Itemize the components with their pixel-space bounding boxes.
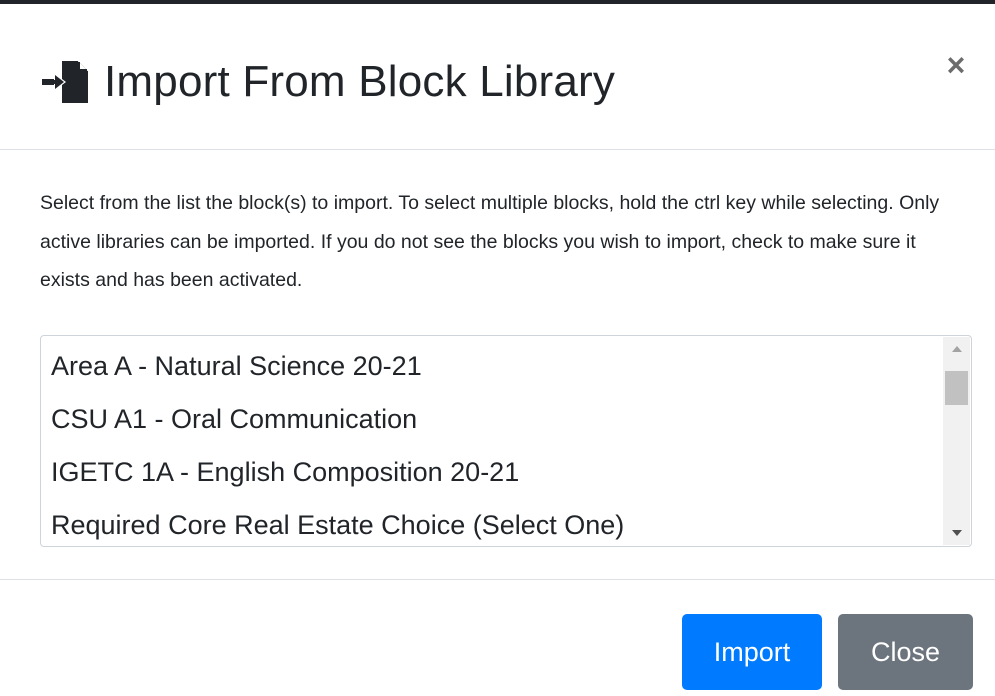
list-item[interactable]: Required Core Real Estate Choice (Select…: [51, 499, 941, 546]
list-scrollbar[interactable]: [943, 337, 970, 545]
modal-body: Select from the list the block(s) to imp…: [0, 150, 995, 580]
scroll-down-arrow-icon[interactable]: [943, 521, 970, 545]
list-item[interactable]: CSU A1 - Oral Communication: [51, 393, 941, 446]
modal-header: Import From Block Library ×: [0, 4, 995, 150]
modal-title: Import From Block Library: [104, 57, 616, 106]
block-list-select[interactable]: Area A - Natural Science 20-21 CSU A1 - …: [40, 335, 972, 547]
scroll-up-arrow-icon[interactable]: [943, 337, 970, 361]
list-item[interactable]: Area A - Natural Science 20-21: [51, 340, 941, 393]
title-wrap: Import From Block Library: [40, 52, 615, 112]
instructions-text: Select from the list the block(s) to imp…: [40, 192, 940, 291]
close-button[interactable]: Close: [838, 614, 973, 690]
file-import-icon: [42, 61, 88, 103]
import-button[interactable]: Import: [682, 614, 822, 690]
import-modal: Import From Block Library × Select from …: [0, 4, 995, 696]
list-item[interactable]: IGETC 1A - English Composition 20-21: [51, 446, 941, 499]
block-list-items: Area A - Natural Science 20-21 CSU A1 - …: [51, 340, 941, 546]
scroll-thumb[interactable]: [945, 371, 968, 405]
close-icon[interactable]: ×: [943, 49, 969, 81]
modal-footer: Import Close: [0, 580, 995, 696]
